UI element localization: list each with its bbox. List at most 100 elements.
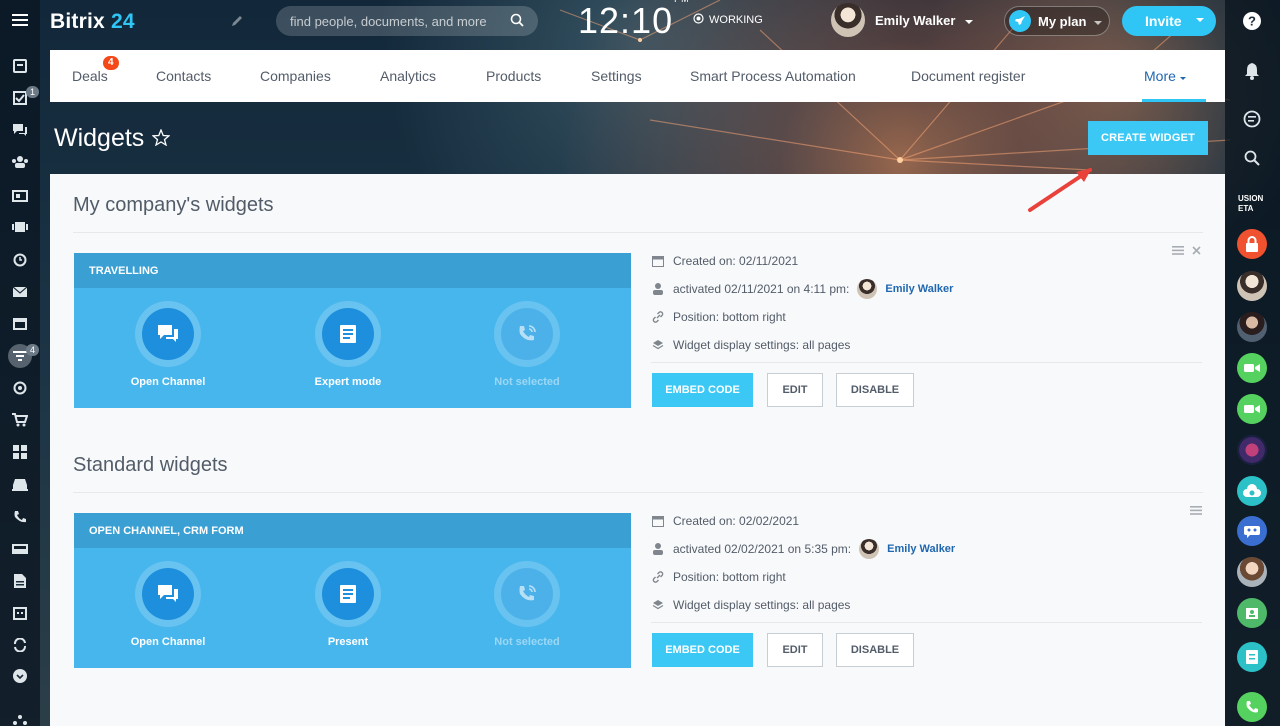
phone-icon[interactable] bbox=[8, 505, 32, 529]
call-list-icon[interactable] bbox=[1237, 642, 1267, 672]
phone-call-icon bbox=[501, 568, 553, 620]
person-icon bbox=[651, 282, 665, 296]
layers-icon bbox=[651, 338, 665, 352]
mail-icon[interactable] bbox=[8, 280, 32, 304]
clock-icon[interactable] bbox=[8, 248, 32, 272]
search-input[interactable]: find people, documents, and more bbox=[276, 6, 538, 36]
car-icon[interactable] bbox=[8, 472, 32, 496]
create-widget-button[interactable]: CREATE WIDGET bbox=[1088, 121, 1208, 155]
widget-slot-label: Not selected bbox=[494, 376, 560, 388]
widget-slot-label: Not selected bbox=[494, 636, 560, 648]
crm-icon[interactable] bbox=[1237, 598, 1267, 628]
edit-button[interactable]: EDIT bbox=[767, 373, 823, 407]
page-title-text: Widgets bbox=[54, 124, 145, 152]
video-call-icon[interactable] bbox=[1237, 353, 1267, 383]
pencil-icon[interactable] bbox=[230, 14, 244, 33]
menu-item-label: Smart Process Automation bbox=[690, 68, 856, 84]
invite-button[interactable]: Invite bbox=[1122, 6, 1216, 36]
disable-button[interactable]: DISABLE bbox=[836, 373, 914, 407]
chevron-down-icon bbox=[965, 13, 974, 28]
user-menu[interactable]: Emily Walker bbox=[831, 3, 974, 37]
close-icon[interactable] bbox=[1192, 242, 1201, 260]
my-plan-button[interactable]: My plan bbox=[1004, 6, 1110, 36]
avatar bbox=[857, 279, 878, 299]
contact-card-icon[interactable] bbox=[8, 184, 32, 208]
bell-icon[interactable] bbox=[1237, 56, 1267, 86]
video-call-icon[interactable] bbox=[1237, 394, 1267, 424]
disable-button[interactable]: DISABLE bbox=[836, 633, 914, 667]
menu-item-contacts[interactable]: Contacts bbox=[156, 50, 211, 102]
divider bbox=[73, 492, 1203, 493]
target-icon[interactable] bbox=[8, 376, 32, 400]
embed-code-button[interactable]: EMBED CODE bbox=[652, 373, 753, 407]
search-icon[interactable] bbox=[510, 13, 524, 30]
chevron-down-icon[interactable] bbox=[1196, 18, 1204, 22]
menu-icon[interactable] bbox=[8, 8, 32, 32]
menu-item-document-register[interactable]: Document register bbox=[911, 50, 1025, 102]
drag-handle-icon[interactable] bbox=[1172, 242, 1184, 260]
lock-icon[interactable] bbox=[1237, 229, 1267, 259]
activated-text: activated 02/02/2021 on 5:35 pm: bbox=[673, 542, 852, 556]
apps-icon[interactable] bbox=[8, 440, 32, 464]
group-chat-icon[interactable] bbox=[1237, 516, 1267, 546]
invite-label: Invite bbox=[1145, 13, 1182, 29]
edit-button[interactable]: EDIT bbox=[767, 633, 823, 667]
record-icon bbox=[693, 13, 704, 27]
phone-call-icon bbox=[501, 308, 553, 360]
tasks-badge: 1 bbox=[26, 86, 40, 98]
app-logo[interactable]: Bitrix 24 bbox=[50, 10, 135, 34]
cart-icon[interactable] bbox=[8, 408, 32, 432]
fusion-beta-logo[interactable]: USION ETA bbox=[1238, 194, 1268, 214]
widget-slot: Expert mode bbox=[293, 301, 403, 388]
sitemap-icon[interactable] bbox=[8, 708, 32, 726]
activated-by-link[interactable]: Emily Walker bbox=[887, 543, 955, 555]
activated-by-link[interactable]: Emily Walker bbox=[885, 283, 953, 295]
camera-icon[interactable] bbox=[8, 215, 32, 239]
avatar[interactable] bbox=[1237, 557, 1267, 587]
work-status[interactable]: WORKING bbox=[693, 13, 763, 27]
right-sidebar: ? USION ETA bbox=[1225, 0, 1280, 726]
help-icon[interactable]: ? bbox=[1237, 6, 1267, 36]
feed-icon[interactable] bbox=[8, 54, 32, 78]
widget-preview[interactable]: OPEN CHANNEL, CRM FORM Open Channel Pres… bbox=[74, 513, 631, 668]
menu-item-products[interactable]: Products bbox=[486, 50, 541, 102]
phone-icon[interactable] bbox=[1237, 692, 1267, 722]
annotation-arrow bbox=[1028, 168, 1092, 212]
menu-item-settings[interactable]: Settings bbox=[591, 50, 642, 102]
widget-preview[interactable]: TRAVELLING Open Channel Expert mode Not … bbox=[74, 253, 631, 408]
copilot-icon[interactable] bbox=[1237, 104, 1267, 134]
star-icon[interactable] bbox=[151, 124, 171, 153]
calendar-window-icon[interactable] bbox=[8, 312, 32, 336]
menu-item-companies[interactable]: Companies bbox=[260, 50, 331, 102]
clock[interactable]: 12:10PM bbox=[578, 0, 690, 42]
divider bbox=[73, 232, 1203, 233]
avatar bbox=[859, 539, 880, 559]
drag-handle-icon[interactable] bbox=[1190, 502, 1202, 520]
search-icon[interactable] bbox=[1237, 143, 1267, 173]
widget-slot-label: Present bbox=[327, 636, 369, 648]
activated-row: activated 02/02/2021 on 5:35 pm: Emily W… bbox=[651, 539, 955, 559]
avatar[interactable] bbox=[1237, 312, 1267, 342]
drive-icon[interactable] bbox=[8, 537, 32, 561]
planner-icon[interactable] bbox=[8, 601, 32, 625]
menu-item-smart-process-automation[interactable]: Smart Process Automation bbox=[690, 50, 856, 102]
page-title: Widgets bbox=[54, 124, 171, 153]
groups-icon[interactable] bbox=[8, 150, 32, 174]
menu-more[interactable]: More bbox=[1144, 50, 1186, 102]
clock-ampm: PM bbox=[674, 0, 690, 4]
avatar[interactable] bbox=[1237, 271, 1267, 301]
more-icon[interactable] bbox=[8, 664, 32, 688]
avatar[interactable] bbox=[1237, 435, 1267, 465]
document-icon[interactable] bbox=[8, 569, 32, 593]
activated-text: activated 02/11/2021 on 4:11 pm: bbox=[673, 282, 850, 296]
embed-code-button[interactable]: EMBED CODE bbox=[652, 633, 753, 667]
cloud-icon[interactable] bbox=[1237, 476, 1267, 506]
divider bbox=[651, 362, 1202, 363]
menu-item-analytics[interactable]: Analytics bbox=[380, 50, 436, 102]
display-text: Widget display settings: all pages bbox=[673, 598, 851, 612]
chat-icon[interactable] bbox=[8, 118, 32, 142]
menu-item-deals[interactable]: Deals bbox=[72, 50, 108, 102]
crm-top-menu: Deals 4 Contacts Companies Analytics Pro… bbox=[50, 50, 1225, 102]
sync-icon[interactable] bbox=[8, 633, 32, 657]
user-name: Emily Walker bbox=[875, 12, 956, 28]
